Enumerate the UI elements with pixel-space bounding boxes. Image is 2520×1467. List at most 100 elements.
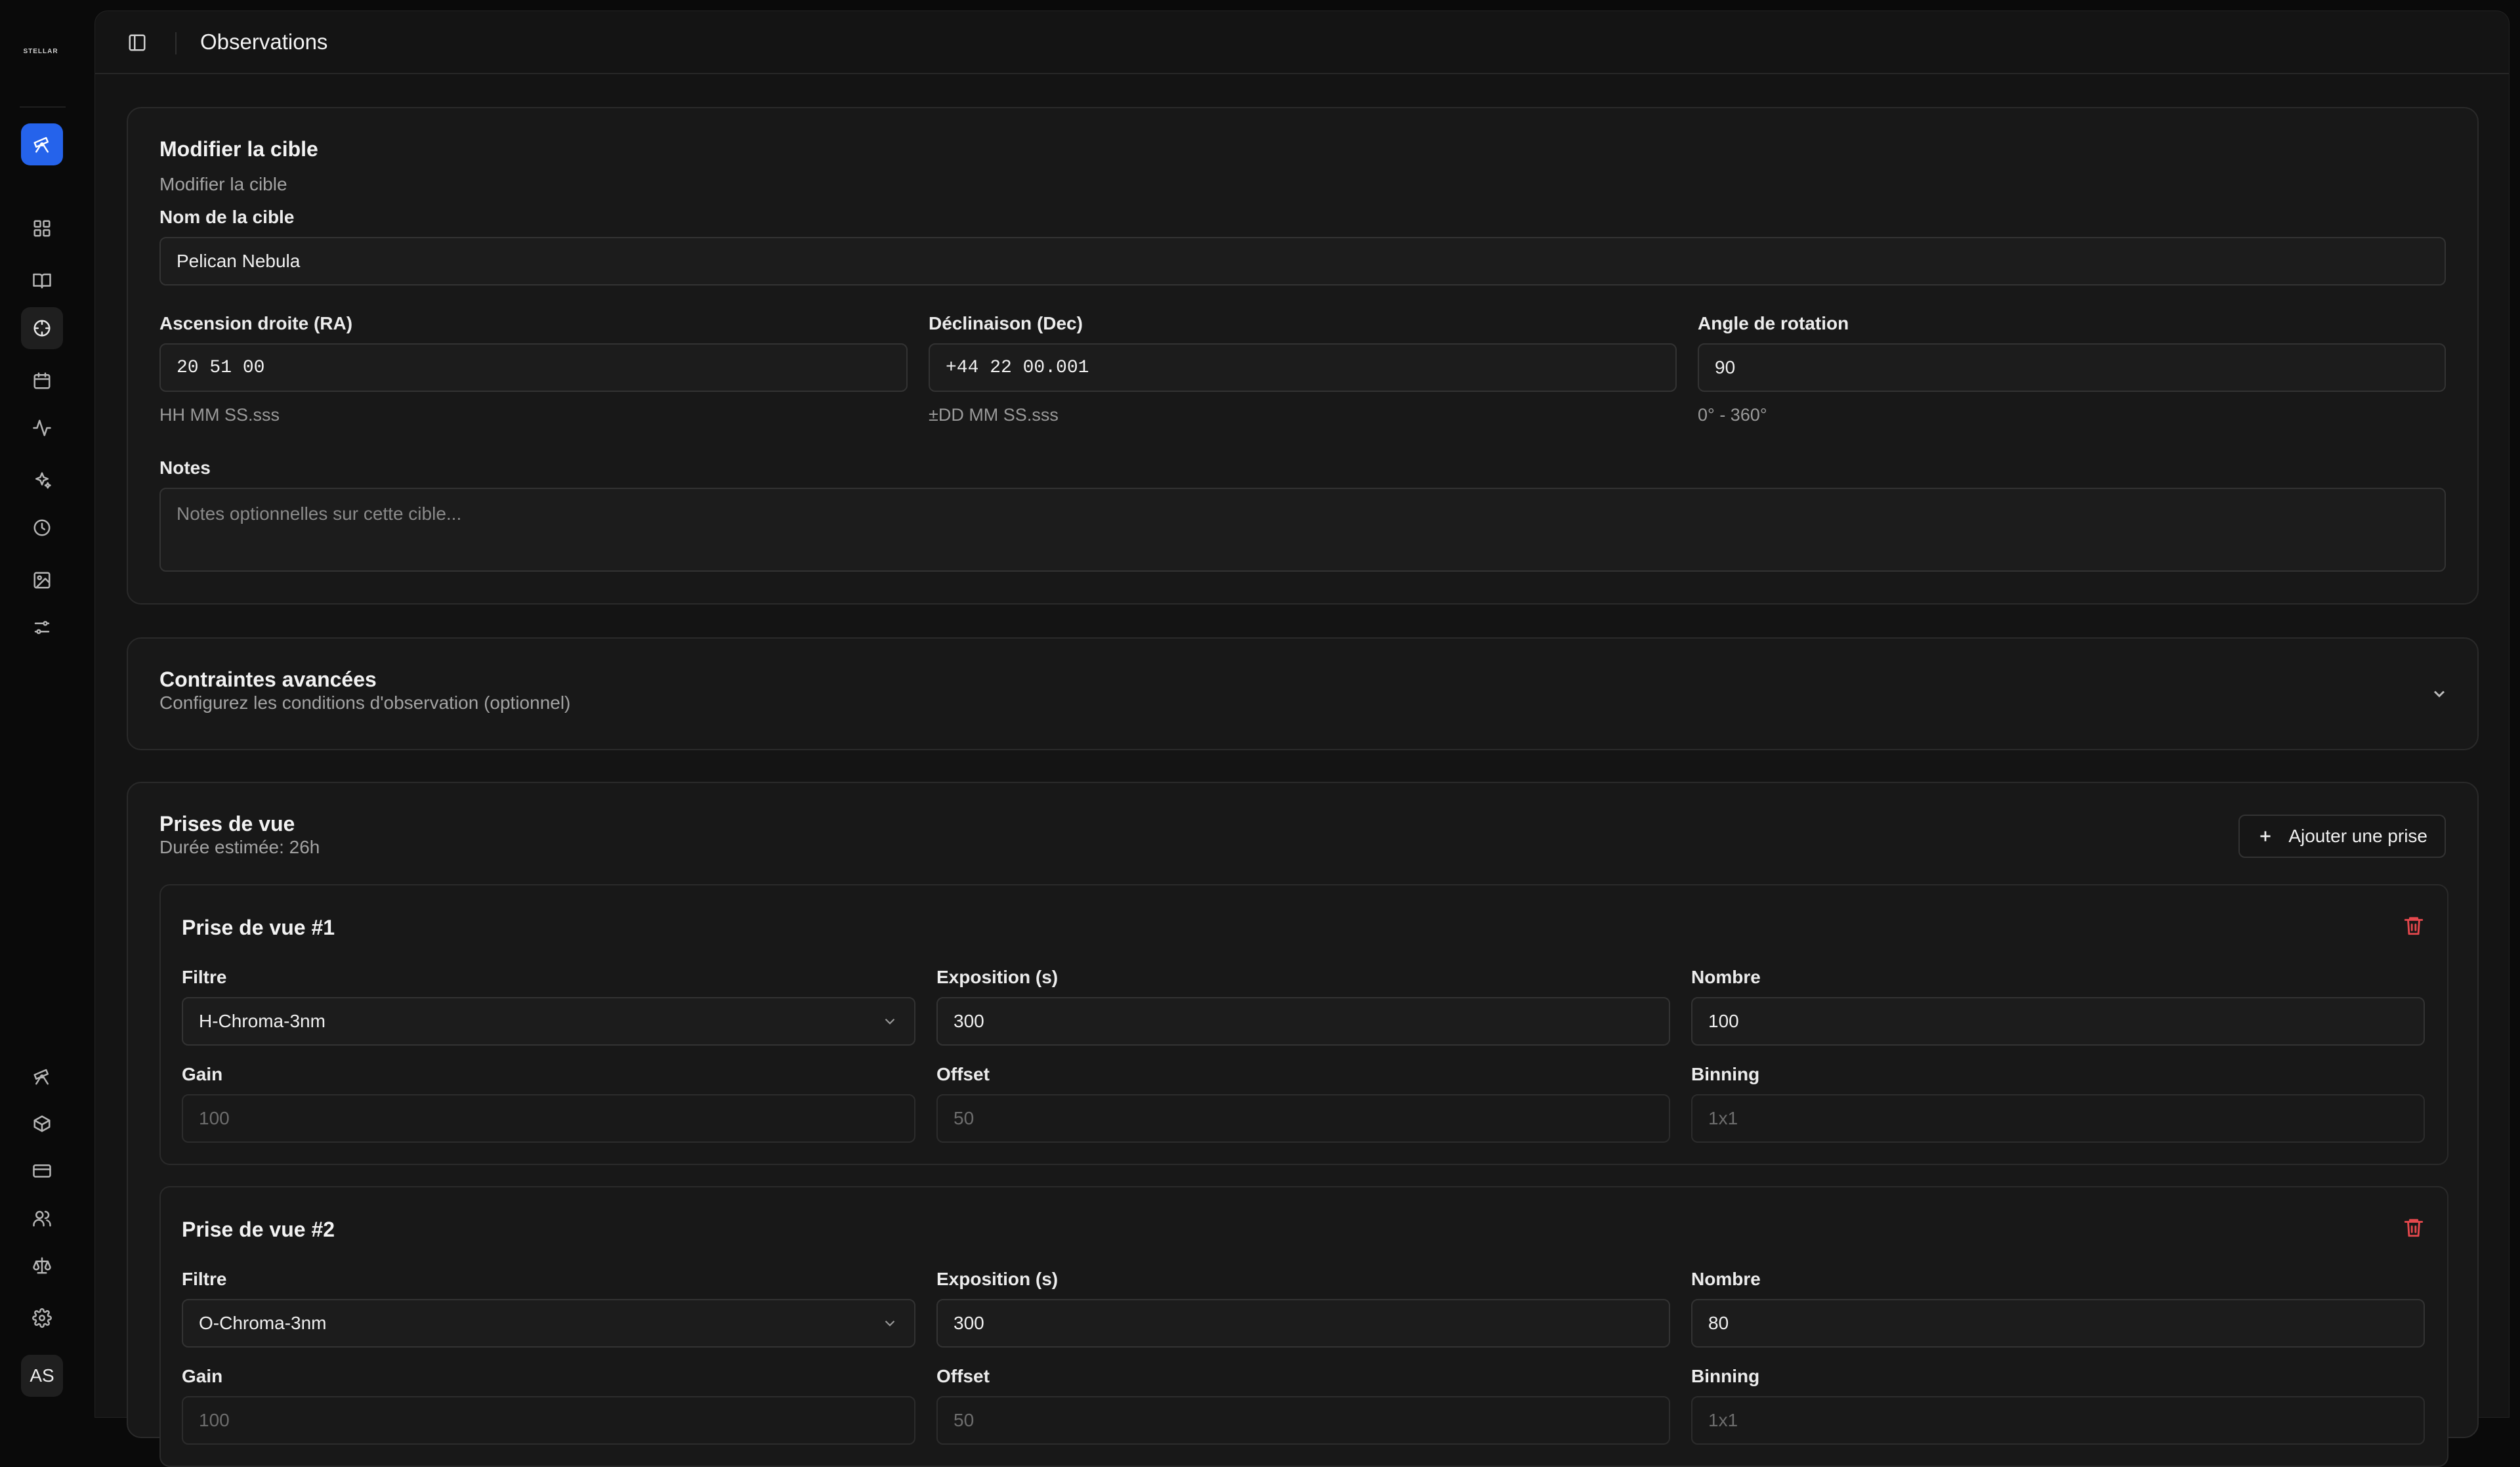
target-card-title: Modifier la cible <box>159 137 318 161</box>
advanced-constraints-card[interactable]: Contraintes avancées Configurez les cond… <box>127 637 2479 750</box>
filter-select[interactable]: O-Chroma-3nm <box>182 1299 915 1348</box>
package-icon <box>33 1115 51 1132</box>
notes-textarea[interactable]: Notes optionnelles sur cette cible... <box>159 488 2446 572</box>
filter-select[interactable]: H-Chroma-3nm <box>182 997 915 1046</box>
filter-value: H-Chroma-3nm <box>199 1011 326 1031</box>
calendar-icon <box>33 372 51 389</box>
nav-billing-button[interactable] <box>21 1150 63 1192</box>
filter-label: Filtre <box>182 967 227 987</box>
filter-value: O-Chroma-3nm <box>199 1313 327 1333</box>
target-name-label: Nom de la cible <box>159 207 295 227</box>
constraints-subtitle: Configurez les conditions d'observation … <box>159 692 571 713</box>
nav-images-button[interactable] <box>21 559 63 601</box>
ra-label: Ascension droite (RA) <box>159 313 353 333</box>
filter-label: Filtre <box>182 1269 227 1289</box>
notes-label: Notes <box>159 457 211 478</box>
target-card: Modifier la cible Modifier la cible Nom … <box>127 107 2479 605</box>
scale-icon <box>33 1257 51 1274</box>
shot-item: Prise de vue #2 Filtre O-Chroma-3nm Expo… <box>159 1186 2448 1467</box>
activity-icon <box>33 419 51 436</box>
dec-hint: ±DD MM SS.sss <box>929 405 1059 425</box>
plus-icon <box>2260 831 2271 841</box>
sidebar-divider <box>20 106 66 108</box>
nav-telescope-button[interactable] <box>21 123 63 165</box>
binning-label: Binning <box>1691 1366 1760 1386</box>
nav-settings-sliders-button[interactable] <box>21 606 63 648</box>
users-icon <box>33 1210 51 1227</box>
nav-dashboard-button[interactable] <box>21 207 63 249</box>
nav-users-button[interactable] <box>21 1197 63 1239</box>
telescope-icon <box>33 1069 49 1085</box>
rotation-label: Angle de rotation <box>1698 313 1849 333</box>
count-label: Nombre <box>1691 1269 1761 1289</box>
add-shot-label: Ajouter une prise <box>2288 826 2427 846</box>
sidebar: STELLAR AS <box>0 0 94 1418</box>
gain-input[interactable]: 100 <box>182 1094 915 1143</box>
shot-title: Prise de vue #1 <box>182 916 335 939</box>
dec-label: Déclinaison (Dec) <box>929 313 1083 333</box>
top-bar: Observations <box>95 11 2509 74</box>
nav-calendar-button[interactable] <box>21 360 63 402</box>
count-input[interactable]: 100 <box>1691 997 2425 1046</box>
header-divider <box>175 32 177 54</box>
sliders-icon <box>34 621 50 634</box>
nav-telescopes-button[interactable] <box>21 1055 63 1097</box>
shots-title: Prises de vue <box>159 812 295 836</box>
rotation-input[interactable]: 90 <box>1698 343 2446 392</box>
estimated-duration: Durée estimée: 26h <box>159 837 320 857</box>
exposure-label: Exposition (s) <box>936 967 1059 987</box>
nav-activity-button[interactable] <box>21 407 63 449</box>
nav-packages-button[interactable] <box>21 1103 63 1145</box>
chevron-down-icon <box>881 1013 898 1030</box>
trash-icon <box>2404 917 2424 935</box>
count-label: Nombre <box>1691 967 1761 987</box>
settings-gear-icon <box>32 1308 52 1328</box>
book-icon <box>33 273 51 289</box>
rotation-hint: 0° - 360° <box>1698 405 1767 425</box>
main-panel: Observations Modifier la cible Modifier … <box>94 11 2510 1467</box>
image-icon <box>33 572 51 589</box>
delete-shot-button[interactable] <box>2403 1216 2425 1239</box>
credit-card-icon <box>33 1164 51 1178</box>
binning-input[interactable]: 1x1 <box>1691 1094 2425 1143</box>
shot-title: Prise de vue #2 <box>182 1218 335 1241</box>
sidebar-toggle-button[interactable] <box>125 31 149 54</box>
target-name-input[interactable]: Pelican Nebula <box>159 237 2446 286</box>
panel-left-icon <box>129 34 146 51</box>
ra-input[interactable]: 20 51 00 <box>159 343 908 392</box>
nav-targets-button[interactable] <box>21 307 63 349</box>
user-avatar[interactable]: AS <box>21 1355 63 1397</box>
offset-input[interactable]: 50 <box>936 1094 1670 1143</box>
dashboard-grid-icon <box>33 220 51 237</box>
nav-catalog-button[interactable] <box>21 260 63 302</box>
app-logo[interactable]: STELLAR <box>20 42 62 60</box>
crosshair-icon <box>33 320 51 337</box>
exposure-input[interactable]: 300 <box>936 997 1670 1046</box>
exposure-label: Exposition (s) <box>936 1269 1059 1289</box>
gain-label: Gain <box>182 1366 223 1386</box>
binning-label: Binning <box>1691 1064 1760 1084</box>
add-shot-button[interactable]: Ajouter une prise <box>2238 815 2446 858</box>
target-card-subtitle: Modifier la cible <box>159 174 287 194</box>
page-title: Observations <box>200 30 328 54</box>
exposure-input[interactable]: 300 <box>936 1299 1670 1348</box>
ra-hint: HH MM SS.sss <box>159 405 280 425</box>
gain-input[interactable]: 100 <box>182 1396 915 1445</box>
shot-item: Prise de vue #1 Filtre H-Chroma-3nm Expo… <box>159 884 2448 1165</box>
nav-sparkles-button[interactable] <box>21 459 63 501</box>
count-input[interactable]: 80 <box>1691 1299 2425 1348</box>
nav-history-button[interactable] <box>21 507 63 549</box>
chevron-down-icon[interactable] <box>2430 685 2448 703</box>
nav-settings-button[interactable] <box>21 1297 63 1339</box>
binning-input[interactable]: 1x1 <box>1691 1396 2425 1445</box>
constraints-title: Contraintes avancées <box>159 668 377 691</box>
trash-icon <box>2404 1219 2424 1237</box>
offset-label: Offset <box>936 1064 990 1084</box>
dec-input[interactable]: +44 22 00.001 <box>929 343 1677 392</box>
delete-shot-button[interactable] <box>2403 914 2425 937</box>
sparkles-icon <box>35 472 51 489</box>
offset-input[interactable]: 50 <box>936 1396 1670 1445</box>
telescope-icon <box>33 137 49 153</box>
gain-label: Gain <box>182 1064 223 1084</box>
nav-legal-button[interactable] <box>21 1244 63 1286</box>
